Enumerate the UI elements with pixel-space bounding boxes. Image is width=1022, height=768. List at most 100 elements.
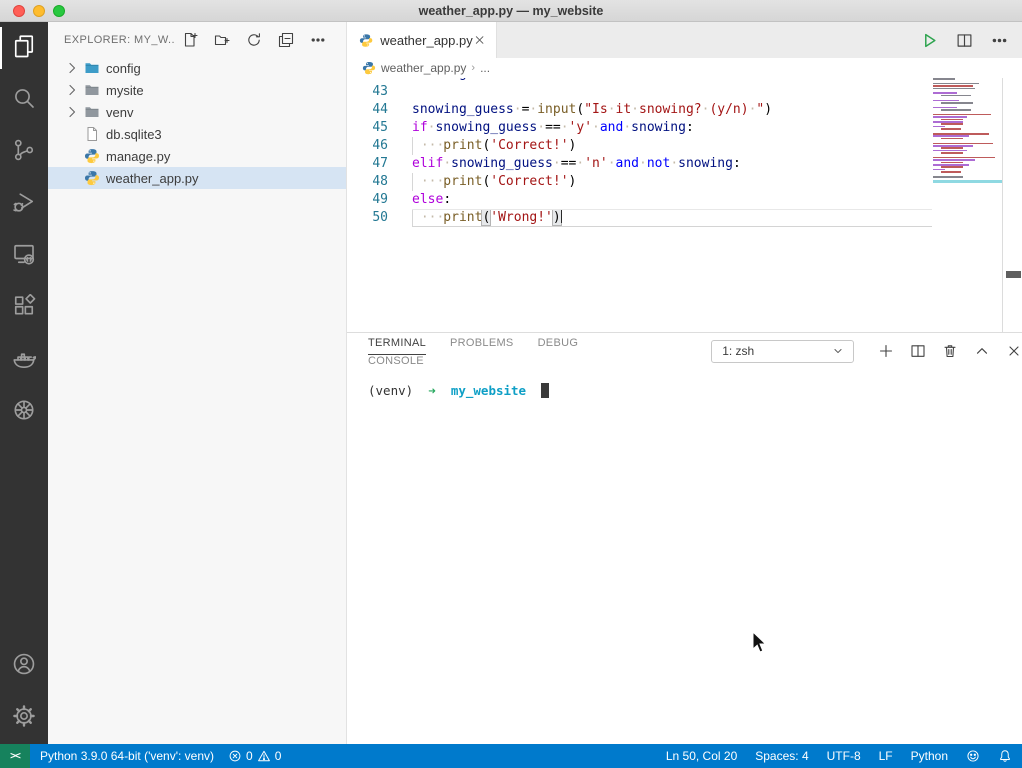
code-line-50[interactable]: 50···print('Wrong!') [347,209,1022,227]
code-line-43[interactable]: 43 [347,83,1022,101]
code-line-47[interactable]: 47elif·snowing_guess·==·'n'·and·not·snow… [347,155,1022,173]
kill-terminal-button[interactable] [942,343,958,359]
debug-icon [12,190,36,219]
explorer-sidebar: EXPLORER: MY_W... config mysite venv db.sql… [48,22,347,744]
code-line-45[interactable]: 45if·snowing_guess·==·'y'·and·snowing: [347,119,1022,137]
activity-item-explorer[interactable] [0,22,48,74]
gear-icon [12,704,36,733]
status-bar-left: Python 3.9.0 64-bit ('venv': venv) 0 0 [40,749,281,763]
minimap[interactable] [933,78,1002,332]
split-terminal-button[interactable] [910,343,926,359]
close-tab-icon[interactable] [473,33,486,47]
error-count: 0 [246,749,253,763]
breadcrumb[interactable]: weather_app.py › ... [347,58,1022,78]
new-file-button[interactable] [182,32,198,48]
indentation-status[interactable]: Spaces: 4 [755,749,808,763]
kubernetes-wheel-icon [12,398,36,427]
line-number: 50 [347,209,388,227]
notifications-bell-icon[interactable] [998,749,1012,763]
file-label: venv [106,105,133,120]
file-row-mysite[interactable]: mysite [48,79,346,101]
terminal-cursor [541,383,549,398]
file-row-manage-py[interactable]: manage.py [48,145,346,167]
file-label: mysite [106,83,144,98]
breadcrumb-file[interactable]: weather_app.py [381,61,466,75]
line-number: 47 [347,155,388,173]
breadcrumb-symbol[interactable]: ... [480,61,490,75]
error-icon [228,749,242,763]
file-row-venv[interactable]: venv [48,101,346,123]
problems-status[interactable]: 0 0 [228,749,281,763]
run-file-button[interactable] [921,32,938,49]
python-icon [84,148,100,164]
activity-item-search[interactable] [0,74,48,126]
chevron-right-icon [64,60,80,76]
minimize-window-button[interactable] [33,5,45,17]
split-editor-button[interactable] [956,32,973,49]
new-folder-button[interactable] [214,32,230,48]
remote-indicator[interactable]: >< [0,744,30,768]
terminal-select-value: 1: zsh [722,344,754,358]
panel-tabs: TERMINALPROBLEMSDEBUG CONSOLE [368,333,645,369]
code-editor[interactable]: 42snowing·=·False4344snowing_guess·=·inp… [347,78,1022,332]
folder-icon [84,104,100,120]
code-line-48[interactable]: 48···print('Correct!') [347,173,1022,191]
activity-item-kubernetes[interactable] [0,386,48,438]
zoom-window-button[interactable] [53,5,65,17]
eol-status[interactable]: LF [879,749,893,763]
activity-item-extensions[interactable] [0,282,48,334]
code-line-46[interactable]: 46···print('Correct!') [347,137,1022,155]
file-label: weather_app.py [106,171,199,186]
chevron-down-icon [831,344,845,358]
activity-item-remote-explorer[interactable] [0,230,48,282]
files-icon [12,34,36,63]
feedback-icon[interactable] [966,749,980,763]
tab-weather-app[interactable]: weather_app.py [347,22,497,58]
folder-config-icon [84,60,100,76]
panel-tab-problems[interactable]: PROBLEMS [450,333,514,354]
activity-item-run-debug[interactable] [0,178,48,230]
file-row-config[interactable]: config [48,57,346,79]
chevron-right-icon [64,82,80,98]
terminal-prompt-arrow: ➜ [421,383,444,398]
code-text: ···print('Correct!') [388,173,576,191]
more-actions-button[interactable] [991,32,1008,49]
terminal-output[interactable]: (venv) ➜ my_website [347,369,1022,398]
cursor-position-status[interactable]: Ln 50, Col 20 [666,749,737,763]
activity-item-settings[interactable] [0,692,48,744]
code-line-49[interactable]: 49else: [347,191,1022,209]
refresh-button[interactable] [246,32,262,48]
chevron-right-icon [64,104,80,120]
close-window-button[interactable] [13,5,25,17]
panel-header: TERMINALPROBLEMSDEBUG CONSOLE 1: zsh [347,333,1022,369]
line-number: 49 [347,191,388,209]
warning-count: 0 [275,749,282,763]
source-control-icon [12,138,36,167]
code-text: elif·snowing_guess·==·'n'·and·not·snowin… [388,155,741,173]
activity-item-docker[interactable] [0,334,48,386]
folder-icon [84,82,100,98]
terminal-select[interactable]: 1: zsh [711,340,854,363]
activity-item-source-control[interactable] [0,126,48,178]
code-line-44[interactable]: 44snowing_guess·=·input("Is·it·snowing?·… [347,101,1022,119]
activity-item-accounts[interactable] [0,640,48,692]
code-text: ···print('Wrong!') [388,209,562,227]
explorer-header: EXPLORER: MY_W... [48,22,346,57]
file-row-weather-app-py[interactable]: weather_app.py [48,167,346,189]
file-label: db.sqlite3 [106,127,162,142]
terminal-venv: (venv) [368,383,413,398]
new-terminal-button[interactable] [878,343,894,359]
more-button[interactable] [310,32,326,48]
maximize-panel-button[interactable] [974,343,990,359]
language-status[interactable]: Python [911,749,948,763]
file-row-db-sqlite3[interactable]: db.sqlite3 [48,123,346,145]
vscode-window: weather_app.py — my_website EXPLORER: MY… [0,0,1022,768]
close-panel-button[interactable] [1006,343,1022,359]
collapse-folders-button[interactable] [278,32,294,48]
status-bar: >< Python 3.9.0 64-bit ('venv': venv) 0 … [0,744,1022,768]
explorer-actions [182,32,326,48]
activity-bar-bottom [0,640,48,744]
python-interpreter-status[interactable]: Python 3.9.0 64-bit ('venv': venv) [40,749,214,763]
encoding-status[interactable]: UTF-8 [827,749,861,763]
file-icon [84,126,100,142]
